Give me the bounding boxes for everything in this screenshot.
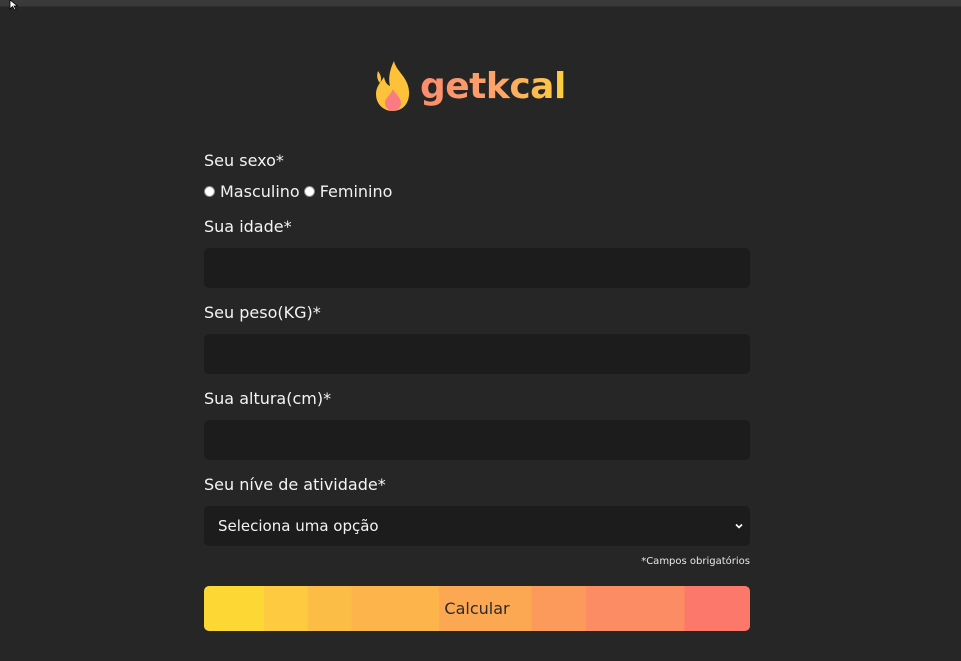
- brand-name: getkcal: [420, 65, 566, 107]
- activity-select-value: Seleciona uma opção: [218, 517, 379, 535]
- height-input[interactable]: [204, 420, 750, 460]
- calculate-button[interactable]: Calcular: [204, 586, 750, 631]
- age-input[interactable]: [204, 248, 750, 288]
- sex-label: Seu sexo*: [204, 151, 284, 170]
- browser-top-bar: [0, 0, 961, 7]
- sex-radio-group: Masculino Feminino: [204, 180, 750, 202]
- radio-masculino-label[interactable]: Masculino: [220, 182, 300, 201]
- mouse-cursor-icon: [9, 0, 19, 10]
- activity-label: Seu níve de atividade*: [204, 475, 386, 494]
- age-label: Sua idade*: [204, 217, 292, 236]
- weight-label: Seu peso(KG)*: [204, 303, 321, 322]
- radio-feminino-label[interactable]: Feminino: [320, 182, 393, 201]
- required-fields-note: *Campos obrigatórios: [641, 556, 750, 567]
- brand-logo[interactable]: getkcal: [372, 58, 566, 114]
- flame-icon: [376, 61, 410, 111]
- chevron-down-icon: [735, 523, 743, 529]
- calorie-form: Seu sexo* Masculino Feminino Sua idade* …: [204, 150, 750, 631]
- weight-input[interactable]: [204, 334, 750, 374]
- activity-select[interactable]: Seleciona uma opção: [204, 506, 750, 546]
- height-label: Sua altura(cm)*: [204, 389, 332, 408]
- radio-feminino[interactable]: [303, 185, 315, 197]
- radio-masculino[interactable]: [204, 185, 215, 197]
